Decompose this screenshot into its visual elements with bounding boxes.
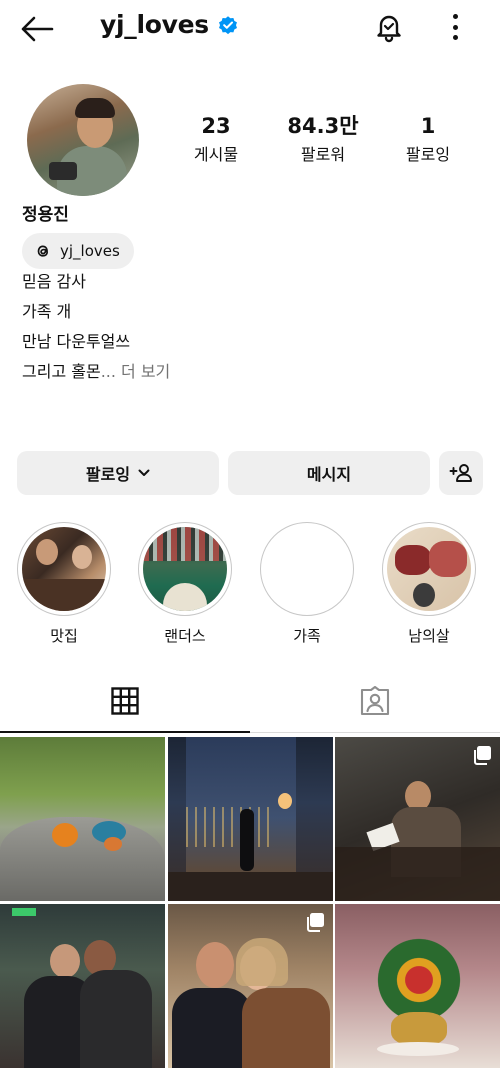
username-text: yj_loves	[100, 10, 209, 39]
threads-link[interactable]: yj_loves	[22, 233, 134, 269]
chevron-down-icon	[138, 469, 150, 476]
post-thumbnail[interactable]	[168, 904, 333, 1068]
post-thumbnail[interactable]	[0, 904, 165, 1068]
posts-count[interactable]: 23 게시물	[161, 112, 271, 168]
following-count[interactable]: 1 팔로잉	[373, 112, 483, 168]
threads-handle: yj_loves	[60, 242, 120, 260]
bio-line: 그리고 홀몬	[22, 362, 101, 381]
following-button-label: 팔로잉	[85, 465, 131, 484]
verified-badge-icon	[218, 15, 237, 34]
highlight-cover-image	[143, 527, 227, 611]
top-bar: yj_loves	[0, 0, 500, 58]
followers-count[interactable]: 84.3만 팔로워	[268, 112, 378, 168]
profile-tabs	[0, 670, 500, 734]
story-highlight[interactable]: 맛집	[16, 522, 112, 646]
bio-line: 믿음 감사	[22, 272, 86, 291]
following-count-label: 팔로잉	[405, 145, 451, 164]
profile-username: yj_loves	[100, 10, 239, 39]
more-options-icon[interactable]	[446, 12, 464, 42]
multiple-photos-icon	[307, 913, 324, 932]
multiple-photos-icon	[474, 746, 491, 765]
notification-bell-icon[interactable]	[372, 10, 406, 44]
profile-avatar[interactable]	[27, 84, 139, 196]
add-person-icon	[449, 464, 472, 482]
threads-icon	[37, 245, 48, 257]
post-thumbnail[interactable]	[168, 737, 333, 901]
post-thumbnail[interactable]	[335, 737, 500, 901]
highlight-label: 가족	[293, 627, 321, 645]
highlight-label: 맛집	[50, 627, 78, 645]
tab-tagged[interactable]	[250, 670, 500, 732]
bio-more-link[interactable]: ... 더 보기	[101, 362, 171, 381]
post-thumbnail[interactable]	[335, 904, 500, 1068]
bio-line: 만남 다운투얼쓰	[22, 332, 131, 351]
grid-icon	[111, 687, 139, 715]
message-button[interactable]: 메시지	[228, 451, 430, 495]
posts-count-value: 23	[201, 114, 231, 138]
highlight-cover-image	[22, 527, 106, 611]
highlight-label: 남의살	[408, 627, 450, 645]
followers-count-label: 팔로워	[300, 145, 346, 164]
followers-count-value: 84.3만	[287, 114, 359, 138]
back-arrow-icon[interactable]	[20, 12, 60, 46]
story-highlight[interactable]: 남의살	[381, 522, 477, 646]
tab-posts[interactable]	[0, 670, 250, 732]
story-highlight[interactable]: 랜더스	[137, 522, 233, 646]
bio-line: 가족 개	[22, 302, 72, 321]
tagged-person-icon	[360, 686, 390, 716]
posts-count-label: 게시물	[193, 145, 239, 164]
post-thumbnail[interactable]	[0, 737, 165, 901]
suggest-people-button[interactable]	[439, 451, 483, 495]
story-highlight[interactable]: 가족	[259, 522, 355, 646]
active-tab-indicator	[0, 731, 250, 733]
following-button[interactable]: 팔로잉	[17, 451, 219, 495]
highlight-cover-image	[387, 527, 471, 611]
message-button-label: 메시지	[306, 465, 352, 484]
bio-last-line: 그리고 홀몬... 더 보기	[22, 361, 170, 383]
highlight-label: 랜더스	[164, 627, 206, 645]
following-count-value: 1	[420, 114, 436, 138]
highlight-cover-image	[265, 527, 349, 611]
profile-display-name: 정용진	[22, 205, 69, 225]
